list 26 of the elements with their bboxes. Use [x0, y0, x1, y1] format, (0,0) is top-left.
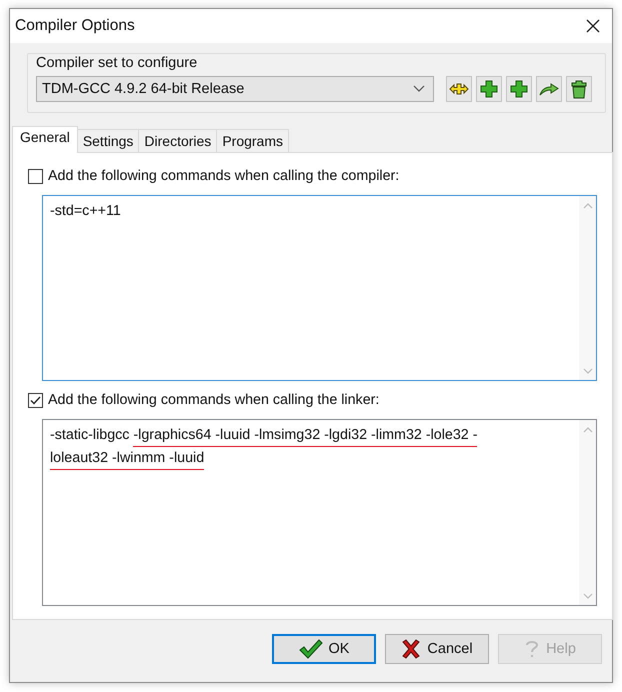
- cancel-button[interactable]: Cancel: [385, 634, 489, 664]
- window-title: Compiler Options: [15, 17, 135, 35]
- trash-icon: [571, 79, 587, 99]
- plus-icon: [510, 80, 528, 98]
- checkbox[interactable]: [28, 392, 43, 408]
- checkmark-icon: [298, 639, 323, 659]
- redirect-button[interactable]: [536, 76, 562, 102]
- question-mark-icon: [524, 639, 540, 659]
- x-icon: [401, 639, 422, 659]
- double-arrow-icon: [449, 81, 469, 97]
- delete-button[interactable]: [566, 76, 592, 102]
- ok-button[interactable]: OK: [272, 634, 376, 664]
- plus-icon: [480, 80, 498, 98]
- checkbox-label: Add the following commands when calling the linker:: [48, 392, 380, 408]
- tab[interactable]: General: [12, 126, 78, 153]
- group-label: Compiler set to configure: [36, 54, 198, 72]
- curved-arrow-icon: [539, 81, 559, 97]
- checkbox[interactable]: [28, 168, 43, 184]
- compiler-set-dropdown[interactable]: TDM-GCC 4.9.2 64-bit Release: [36, 76, 434, 102]
- chevron-down-icon: [413, 85, 425, 93]
- add-button[interactable]: [506, 76, 532, 102]
- rename-button[interactable]: [446, 76, 472, 102]
- close-icon[interactable]: [586, 19, 600, 33]
- tab[interactable]: Programs: [216, 129, 289, 153]
- checkbox-label: Add the following commands when calling the compiler:: [48, 168, 400, 184]
- add-button[interactable]: [476, 76, 502, 102]
